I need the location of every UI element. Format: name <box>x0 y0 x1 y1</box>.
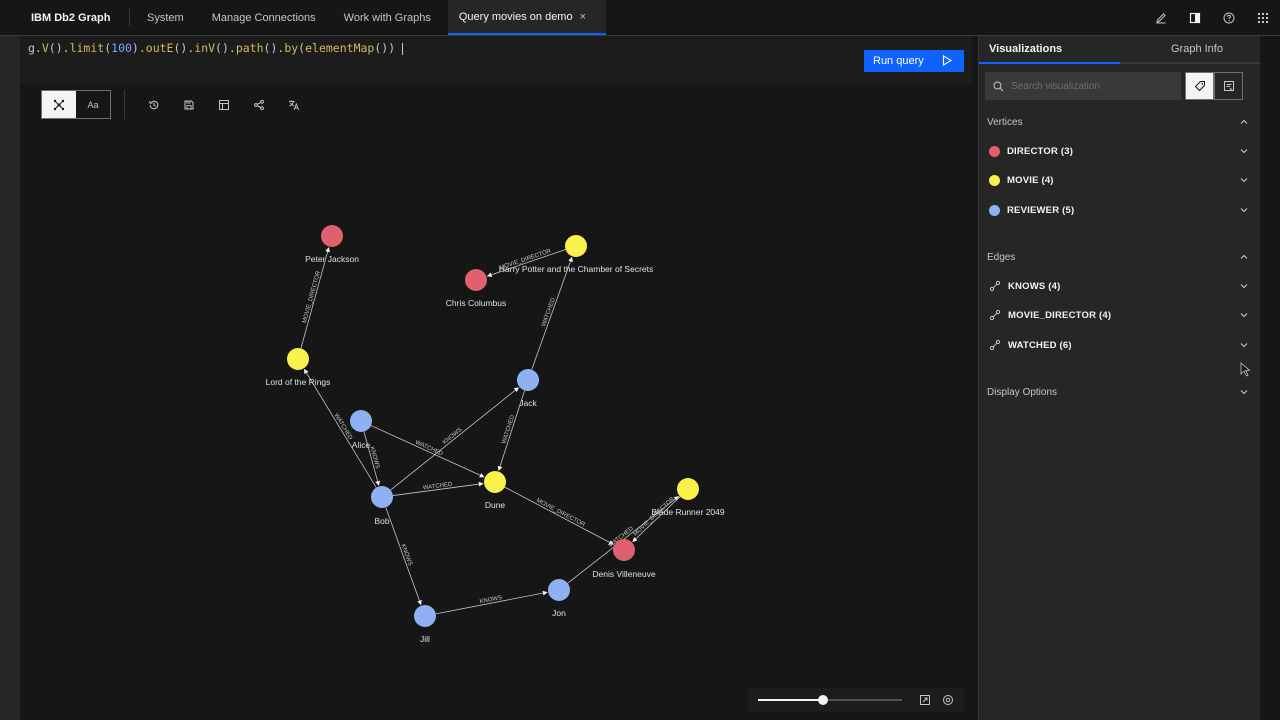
vertex-label: MOVIE (4) <box>1007 174 1054 186</box>
edge-label: KNOWS <box>442 427 463 446</box>
display-options-title: Display Options <box>987 386 1058 398</box>
node-label: Alice <box>352 440 371 450</box>
center-icon[interactable] <box>942 694 954 706</box>
tab-graph-info[interactable]: Graph Info <box>1120 36 1261 64</box>
vertex-row-reviewer[interactable]: REVIEWER (5) <box>989 201 1249 219</box>
vertex-row-movie[interactable]: MOVIE (4) <box>989 171 1249 189</box>
vertices-title: Vertices <box>987 116 1023 128</box>
node-label: Peter Jackson <box>305 254 359 264</box>
edge-label: WATCHED <box>414 440 444 458</box>
right-frame <box>1260 36 1280 720</box>
search-box[interactable] <box>985 72 1181 100</box>
node-label: Blade Runner 2049 <box>651 507 725 517</box>
node-label: Chris Columbus <box>446 298 506 308</box>
node-label: Lord of the Rings <box>266 377 331 387</box>
edge-icon <box>989 309 1001 321</box>
display-options-header[interactable]: Display Options <box>987 384 1249 400</box>
search-input[interactable] <box>1011 80 1171 92</box>
edges-section-header[interactable]: Edges <box>987 249 1249 265</box>
node-label: Jill <box>420 634 430 644</box>
graph-node-chris[interactable] <box>465 269 487 291</box>
node-label: Jack <box>519 398 537 408</box>
mouse-cursor-icon <box>1240 362 1251 377</box>
tag-icon[interactable] <box>1185 72 1214 100</box>
edge-icon <box>989 339 1001 351</box>
vertices-section-header[interactable]: Vertices <box>987 114 1249 130</box>
director-color-dot <box>989 145 1000 157</box>
visualization-panel: Visualizations Graph Info Vertices DIREC… <box>978 36 1261 720</box>
vertex-row-director[interactable]: DIRECTOR (3) <box>989 142 1249 160</box>
chevron-up-icon <box>1240 254 1248 259</box>
tab-visualizations[interactable]: Visualizations <box>979 36 1120 64</box>
node-label: Denis Villeneuve <box>592 569 655 579</box>
graph-edge[interactable] <box>435 590 548 615</box>
node-label: Bob <box>374 516 389 526</box>
node-label: Dune <box>485 500 506 510</box>
edge-label: KNOWS <box>479 595 502 605</box>
edge-label: WATCHED <box>541 297 557 328</box>
edge-label: WATCHED <box>423 482 454 492</box>
edge-label: WATCHED <box>333 413 354 442</box>
edge-label: KNOWS <box>399 543 412 566</box>
graph-node-dune[interactable] <box>484 471 506 493</box>
movie-color-dot <box>989 174 1000 186</box>
zoom-slider[interactable] <box>758 695 902 705</box>
zoom-slider-handle[interactable] <box>817 695 828 705</box>
chevron-down-icon <box>1240 313 1248 318</box>
vertex-label: DIRECTOR (3) <box>1007 145 1074 157</box>
chevron-up-icon <box>1240 119 1248 124</box>
zoom-slider-fill <box>758 699 823 701</box>
filter-list-icon[interactable] <box>1214 72 1243 100</box>
graph-node-denis[interactable] <box>613 539 635 561</box>
graph-node-br[interactable] <box>677 478 699 500</box>
chevron-down-icon <box>1240 149 1248 154</box>
chevron-down-icon <box>1240 390 1248 395</box>
graph-edge[interactable] <box>531 256 573 370</box>
fit-icon[interactable] <box>919 694 931 706</box>
edge-label: WATCHED (6) <box>1008 339 1072 351</box>
graph-node-lotr[interactable] <box>287 348 309 370</box>
graph-node-jon[interactable] <box>548 579 570 601</box>
chevron-down-icon <box>1240 343 1248 348</box>
graph-node-hp[interactable] <box>565 235 587 257</box>
edge-label: MOVIE_DIRECTOR <box>302 270 322 324</box>
zoom-controls <box>748 688 964 712</box>
graph-node-alice[interactable] <box>350 410 372 432</box>
node-label: Harry Potter and the Chamber of Secrets <box>499 264 654 274</box>
edges-title: Edges <box>987 251 1016 263</box>
edge-row-movie-director[interactable]: MOVIE_DIRECTOR (4) <box>989 306 1249 324</box>
graph-node-jill[interactable] <box>414 605 436 627</box>
graph-edge[interactable] <box>370 425 485 478</box>
graph-node-jack[interactable] <box>517 369 539 391</box>
edge-icon <box>989 280 1001 292</box>
edge-row-knows[interactable]: KNOWS (4) <box>989 277 1249 295</box>
search-row <box>985 72 1255 100</box>
chevron-down-icon <box>1240 284 1248 289</box>
edge-label: MOVIE_DIRECTOR (4) <box>1008 309 1112 321</box>
vertex-label: REVIEWER (5) <box>1007 204 1075 216</box>
chevron-down-icon <box>1240 178 1248 183</box>
graph-node-peter[interactable] <box>321 225 343 247</box>
edge-row-watched[interactable]: WATCHED (6) <box>989 336 1249 354</box>
search-icon <box>993 81 1004 91</box>
panel-tabs: Visualizations Graph Info <box>979 36 1261 64</box>
edge-label: MOVIE_DIRECTOR <box>535 498 586 529</box>
node-label: Jon <box>552 608 566 618</box>
chevron-down-icon <box>1240 208 1248 213</box>
edge-label: KNOWS (4) <box>1008 280 1061 292</box>
reviewer-color-dot <box>989 204 1000 216</box>
graph-node-bob[interactable] <box>371 486 393 508</box>
